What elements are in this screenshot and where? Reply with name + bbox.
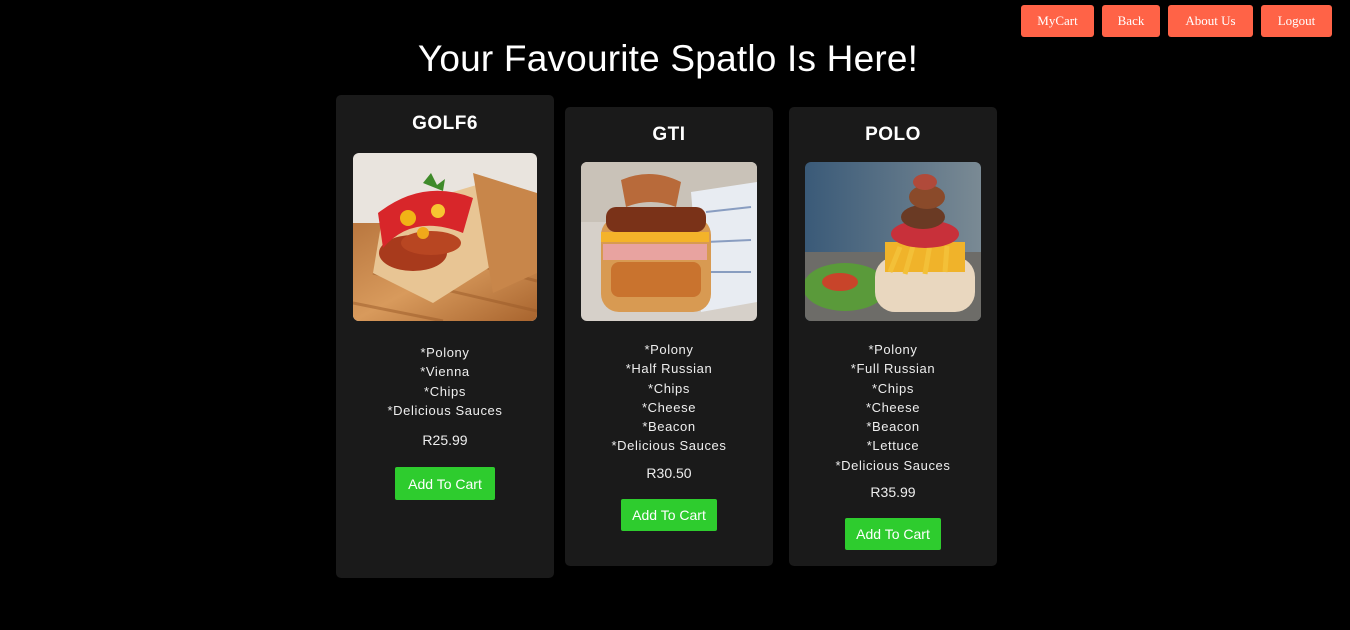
product-card-gti: GTI *Polony *Half Russian *Chips *Cheese… xyxy=(565,107,773,566)
product-price: R25.99 xyxy=(422,432,468,448)
ingredient-item: *Delicious Sauces xyxy=(835,457,951,473)
product-card-polo: POLO *Polony *Full Russian *Chips *Chees… xyxy=(789,107,997,566)
add-to-cart-button[interactable]: Add To Cart xyxy=(845,518,941,550)
product-price: R30.50 xyxy=(646,465,692,481)
add-to-cart-button[interactable]: Add To Cart xyxy=(621,499,717,531)
product-name: POLO xyxy=(865,124,921,145)
product-image xyxy=(581,162,757,321)
about-us-button[interactable]: About Us xyxy=(1168,5,1253,37)
product-image xyxy=(805,162,981,321)
ingredient-list: *Polony *Half Russian *Chips *Cheese *Be… xyxy=(565,340,773,456)
ingredient-item: *Beacon xyxy=(642,419,696,435)
ingredient-item: *Polony xyxy=(420,345,470,360)
ingredient-item: *Full Russian xyxy=(850,361,936,377)
ingredient-item: *Beacon xyxy=(866,419,920,435)
ingredient-list: *Polony *Full Russian *Chips *Cheese *Be… xyxy=(789,340,997,475)
ingredient-item: *Polony xyxy=(644,342,694,357)
product-price: R35.99 xyxy=(870,484,916,500)
product-image xyxy=(353,153,537,321)
product-card-golf6: GOLF6 *Polony *Vienna *Chips *Delicious … xyxy=(336,95,554,578)
top-nav: MyCart Back About Us Logout xyxy=(1021,5,1332,37)
mycart-button[interactable]: MyCart xyxy=(1021,5,1094,37)
logout-button[interactable]: Logout xyxy=(1261,5,1332,37)
ingredient-item: *Lettuce xyxy=(866,438,920,454)
ingredient-item: *Polony xyxy=(868,342,918,357)
ingredient-item: *Cheese xyxy=(865,399,921,415)
ingredient-item: *Chips xyxy=(424,383,466,399)
ingredient-item: *Chips xyxy=(872,380,914,396)
product-name: GOLF6 xyxy=(412,113,478,134)
page-title: Your Favourite Spatlo Is Here! xyxy=(417,38,919,79)
add-to-cart-button[interactable]: Add To Cart xyxy=(395,467,495,500)
ingredient-item: *Vienna xyxy=(420,364,470,380)
back-button[interactable]: Back xyxy=(1102,5,1160,37)
ingredient-item: *Delicious Sauces xyxy=(387,402,503,418)
ingredient-list: *Polony *Vienna *Chips *Delicious Sauces xyxy=(336,343,554,420)
ingredient-item: *Half Russian xyxy=(625,361,713,377)
ingredient-item: *Delicious Sauces xyxy=(611,438,727,454)
page: MyCart Back About Us Logout Your Favouri… xyxy=(0,0,1350,630)
ingredient-item: *Cheese xyxy=(641,399,697,415)
product-name: GTI xyxy=(652,124,686,145)
ingredient-item: *Chips xyxy=(648,380,690,396)
